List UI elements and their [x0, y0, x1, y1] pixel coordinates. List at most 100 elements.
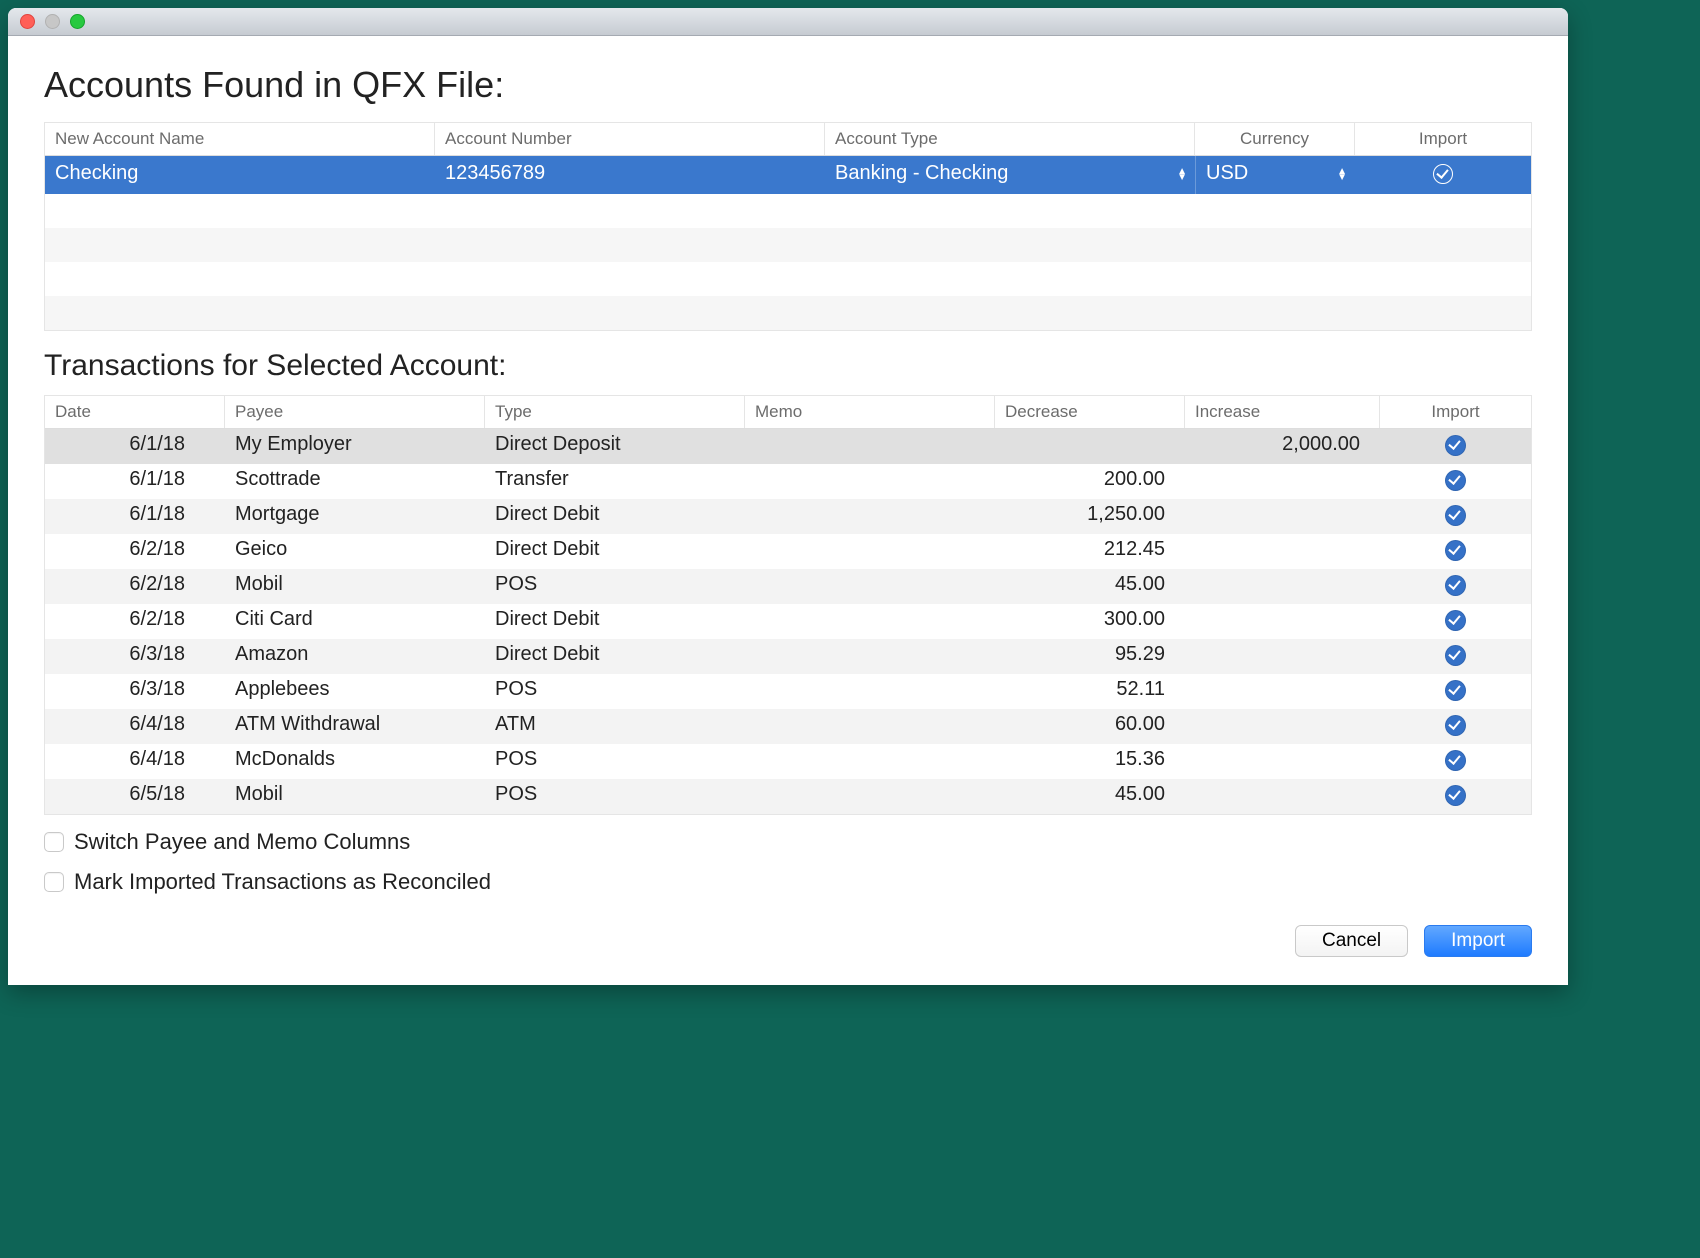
table-row[interactable]: 6/3/18ApplebeesPOS52.11	[45, 674, 1531, 709]
decrease-cell: 60.00	[995, 709, 1185, 744]
updown-icon[interactable]: ▲▼	[1177, 169, 1187, 181]
checkbox-icon[interactable]	[44, 872, 64, 892]
table-row[interactable]: 6/3/18AmazonDirect Debit95.29	[45, 639, 1531, 674]
checkbox-icon[interactable]	[44, 832, 64, 852]
check-icon[interactable]	[1445, 680, 1466, 701]
header-import[interactable]: Import	[1380, 396, 1531, 428]
account-import-cell[interactable]	[1355, 156, 1531, 194]
date-cell: 6/2/18	[45, 534, 225, 569]
import-cell[interactable]	[1380, 499, 1531, 534]
type-cell: ATM	[485, 709, 745, 744]
date-cell: 6/2/18	[45, 604, 225, 639]
account-currency-cell[interactable]: USD ▲▼	[1195, 156, 1355, 194]
check-icon[interactable]	[1445, 575, 1466, 596]
header-account-type[interactable]: Account Type	[825, 123, 1195, 155]
check-icon[interactable]	[1445, 610, 1466, 631]
check-icon[interactable]	[1433, 164, 1453, 184]
check-icon[interactable]	[1445, 540, 1466, 561]
import-cell[interactable]	[1380, 709, 1531, 744]
table-row[interactable]: 6/1/18MortgageDirect Debit1,250.00	[45, 499, 1531, 534]
table-row[interactable]: 6/2/18GeicoDirect Debit212.45	[45, 534, 1531, 569]
table-row[interactable]: 6/4/18McDonaldsPOS15.36	[45, 744, 1531, 779]
import-cell[interactable]	[1380, 569, 1531, 604]
updown-icon[interactable]: ▲▼	[1337, 169, 1347, 181]
check-icon[interactable]	[1445, 645, 1466, 666]
titlebar[interactable]	[8, 8, 1568, 36]
header-memo[interactable]: Memo	[745, 396, 995, 428]
transactions-table: Date Payee Type Memo Decrease Increase I…	[44, 395, 1532, 815]
memo-cell	[745, 744, 995, 779]
import-cell[interactable]	[1380, 534, 1531, 569]
date-cell: 6/5/18	[45, 779, 225, 814]
maximize-icon[interactable]	[70, 14, 85, 29]
import-cell[interactable]	[1380, 744, 1531, 779]
button-bar: Cancel Import	[44, 925, 1532, 957]
table-row[interactable]: 6/4/18ATM WithdrawalATM60.00	[45, 709, 1531, 744]
payee-cell: My Employer	[225, 429, 485, 464]
header-type[interactable]: Type	[485, 396, 745, 428]
increase-cell	[1185, 744, 1380, 779]
type-cell: Direct Deposit	[485, 429, 745, 464]
increase-cell	[1185, 709, 1380, 744]
table-row[interactable]: 6/1/18ScottradeTransfer200.00	[45, 464, 1531, 499]
memo-cell	[745, 534, 995, 569]
decrease-cell: 300.00	[995, 604, 1185, 639]
header-date[interactable]: Date	[45, 396, 225, 428]
increase-cell	[1185, 464, 1380, 499]
import-cell[interactable]	[1380, 429, 1531, 464]
check-icon[interactable]	[1445, 505, 1466, 526]
account-name-cell[interactable]: Checking	[45, 156, 435, 194]
decrease-cell: 52.11	[995, 674, 1185, 709]
import-cell[interactable]	[1380, 464, 1531, 499]
payee-cell: Citi Card	[225, 604, 485, 639]
table-row[interactable]: 6/2/18MobilPOS45.00	[45, 569, 1531, 604]
account-number-cell[interactable]: 123456789	[435, 156, 825, 194]
cancel-button[interactable]: Cancel	[1295, 925, 1408, 957]
header-account-number[interactable]: Account Number	[435, 123, 825, 155]
header-decrease[interactable]: Decrease	[995, 396, 1185, 428]
import-cell[interactable]	[1380, 674, 1531, 709]
account-type-cell[interactable]: Banking - Checking ▲▼	[825, 156, 1195, 194]
date-cell: 6/1/18	[45, 499, 225, 534]
account-row[interactable]: Checking 123456789 Banking - Checking ▲▼…	[45, 156, 1531, 194]
check-icon[interactable]	[1445, 750, 1466, 771]
switch-columns-label: Switch Payee and Memo Columns	[74, 829, 410, 855]
import-button[interactable]: Import	[1424, 925, 1532, 957]
accounts-header: New Account Name Account Number Account …	[45, 123, 1531, 156]
header-payee[interactable]: Payee	[225, 396, 485, 428]
switch-columns-option[interactable]: Switch Payee and Memo Columns	[44, 829, 1532, 855]
decrease-cell: 200.00	[995, 464, 1185, 499]
type-cell: Direct Debit	[485, 604, 745, 639]
header-import[interactable]: Import	[1355, 123, 1531, 155]
import-cell[interactable]	[1380, 639, 1531, 674]
transactions-body: 6/1/18My EmployerDirect Deposit2,000.006…	[45, 429, 1531, 814]
accounts-table: New Account Name Account Number Account …	[44, 122, 1532, 331]
increase-cell: 2,000.00	[1185, 429, 1380, 464]
header-currency[interactable]: Currency	[1195, 123, 1355, 155]
header-increase[interactable]: Increase	[1185, 396, 1380, 428]
accounts-body: Checking 123456789 Banking - Checking ▲▼…	[45, 156, 1531, 330]
transactions-header: Date Payee Type Memo Decrease Increase I…	[45, 396, 1531, 429]
increase-cell	[1185, 569, 1380, 604]
date-cell: 6/4/18	[45, 744, 225, 779]
close-icon[interactable]	[20, 14, 35, 29]
decrease-cell: 212.45	[995, 534, 1185, 569]
import-cell[interactable]	[1380, 604, 1531, 639]
import-cell[interactable]	[1380, 779, 1531, 814]
check-icon[interactable]	[1445, 715, 1466, 736]
date-cell: 6/1/18	[45, 464, 225, 499]
decrease-cell: 45.00	[995, 779, 1185, 814]
table-row	[45, 194, 1531, 228]
check-icon[interactable]	[1445, 470, 1466, 491]
mark-reconciled-option[interactable]: Mark Imported Transactions as Reconciled	[44, 869, 1532, 895]
table-row[interactable]: 6/1/18My EmployerDirect Deposit2,000.00	[45, 429, 1531, 464]
date-cell: 6/3/18	[45, 674, 225, 709]
check-icon[interactable]	[1445, 435, 1466, 456]
table-row[interactable]: 6/5/18MobilPOS45.00	[45, 779, 1531, 814]
header-account-name[interactable]: New Account Name	[45, 123, 435, 155]
check-icon[interactable]	[1445, 785, 1466, 806]
increase-cell	[1185, 639, 1380, 674]
memo-cell	[745, 639, 995, 674]
type-cell: POS	[485, 569, 745, 604]
table-row[interactable]: 6/2/18Citi CardDirect Debit 300.00	[45, 604, 1531, 639]
